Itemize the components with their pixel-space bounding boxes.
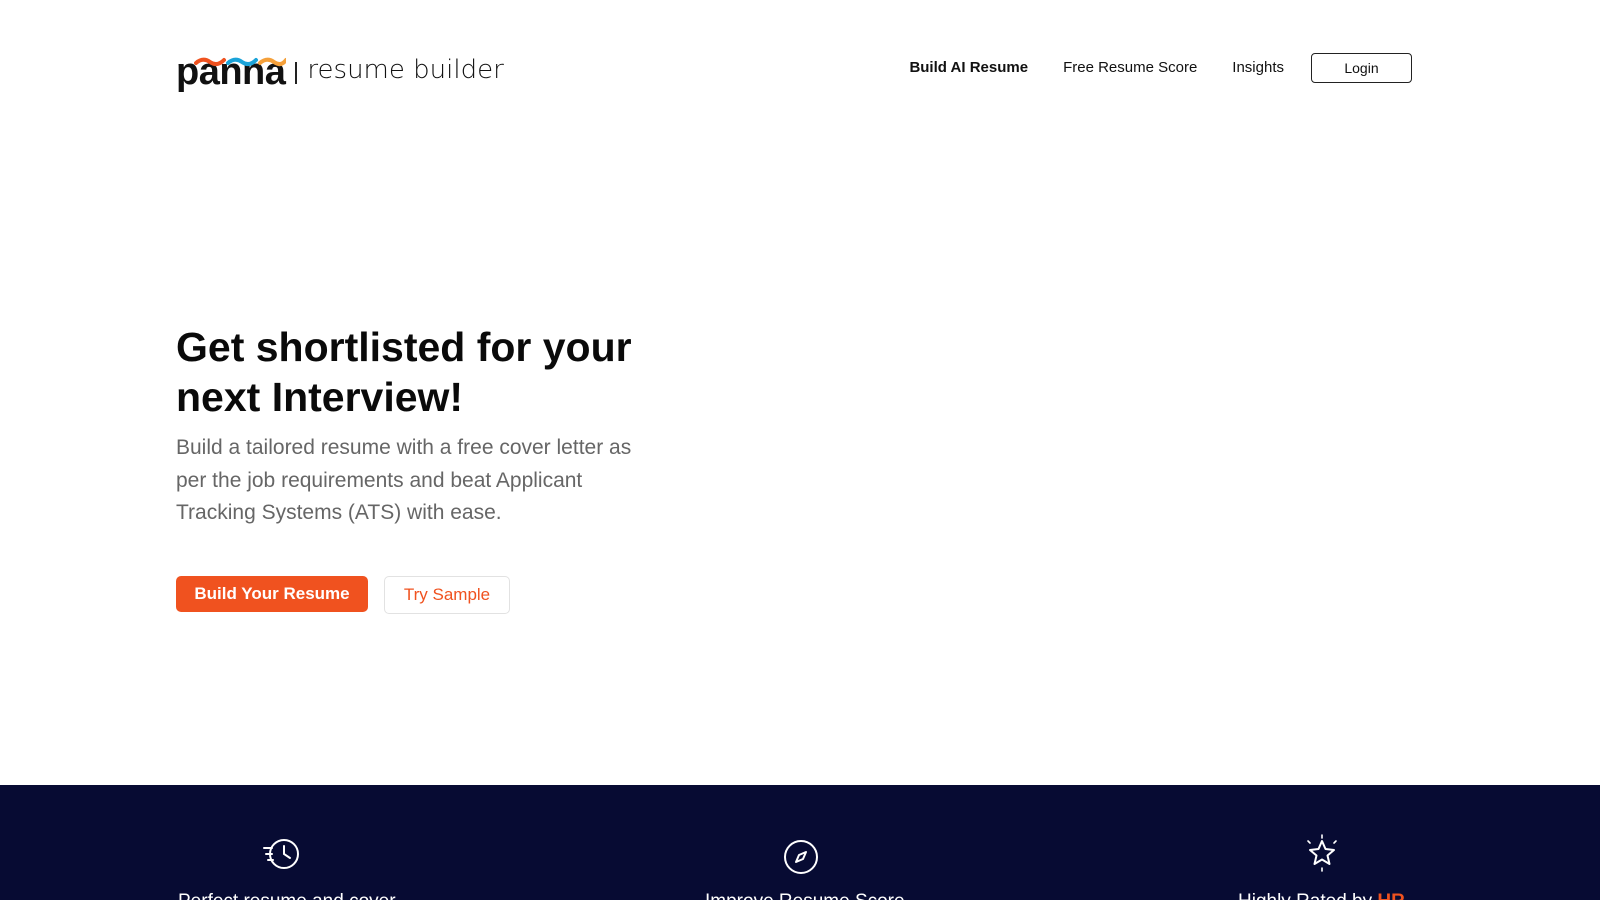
brand-waves-icon xyxy=(194,57,286,67)
nav-insights[interactable]: Insights xyxy=(1232,59,1284,76)
brand-tagline: resume builder xyxy=(307,55,504,85)
brand-wordmark: panna xyxy=(176,52,286,92)
features-band: Perfect resume and cover Improve Resume … xyxy=(0,785,1600,900)
feature-label-highlight: HR xyxy=(1377,891,1404,900)
brand-separator xyxy=(295,62,298,84)
main-nav: Build AI Resume Free Resume Score Insigh… xyxy=(909,52,1412,83)
brand-logo[interactable]: panna resume builder xyxy=(176,44,504,92)
site-header: panna resume builder Build AI Resume Fre… xyxy=(0,0,1600,134)
feature-label: Improve Resume Score xyxy=(705,891,905,900)
compass-icon xyxy=(784,840,818,874)
hero-cta-row: Build Your Resume Try Sample xyxy=(176,576,510,614)
try-sample-button[interactable]: Try Sample xyxy=(384,576,510,614)
feature-label-prefix: Highly Rated by xyxy=(1238,891,1377,900)
history-icon xyxy=(263,839,299,869)
hero-description: Build a tailored resume with a free cove… xyxy=(176,436,632,524)
hero-title: Get shortlisted for your next Interview! xyxy=(176,324,632,420)
nav-build-ai-resume[interactable]: Build AI Resume xyxy=(909,59,1028,76)
feature-label: Perfect resume and cover xyxy=(178,891,396,900)
login-button[interactable]: Login xyxy=(1311,52,1412,83)
build-your-resume-button[interactable]: Build Your Resume xyxy=(176,576,368,612)
sparkle-star-icon xyxy=(1307,834,1337,872)
hero-section: Get shortlisted for your next Interview!… xyxy=(176,322,676,530)
nav-free-resume-score[interactable]: Free Resume Score xyxy=(1063,59,1197,76)
feature-label: Highly Rated by HR xyxy=(1238,891,1405,900)
